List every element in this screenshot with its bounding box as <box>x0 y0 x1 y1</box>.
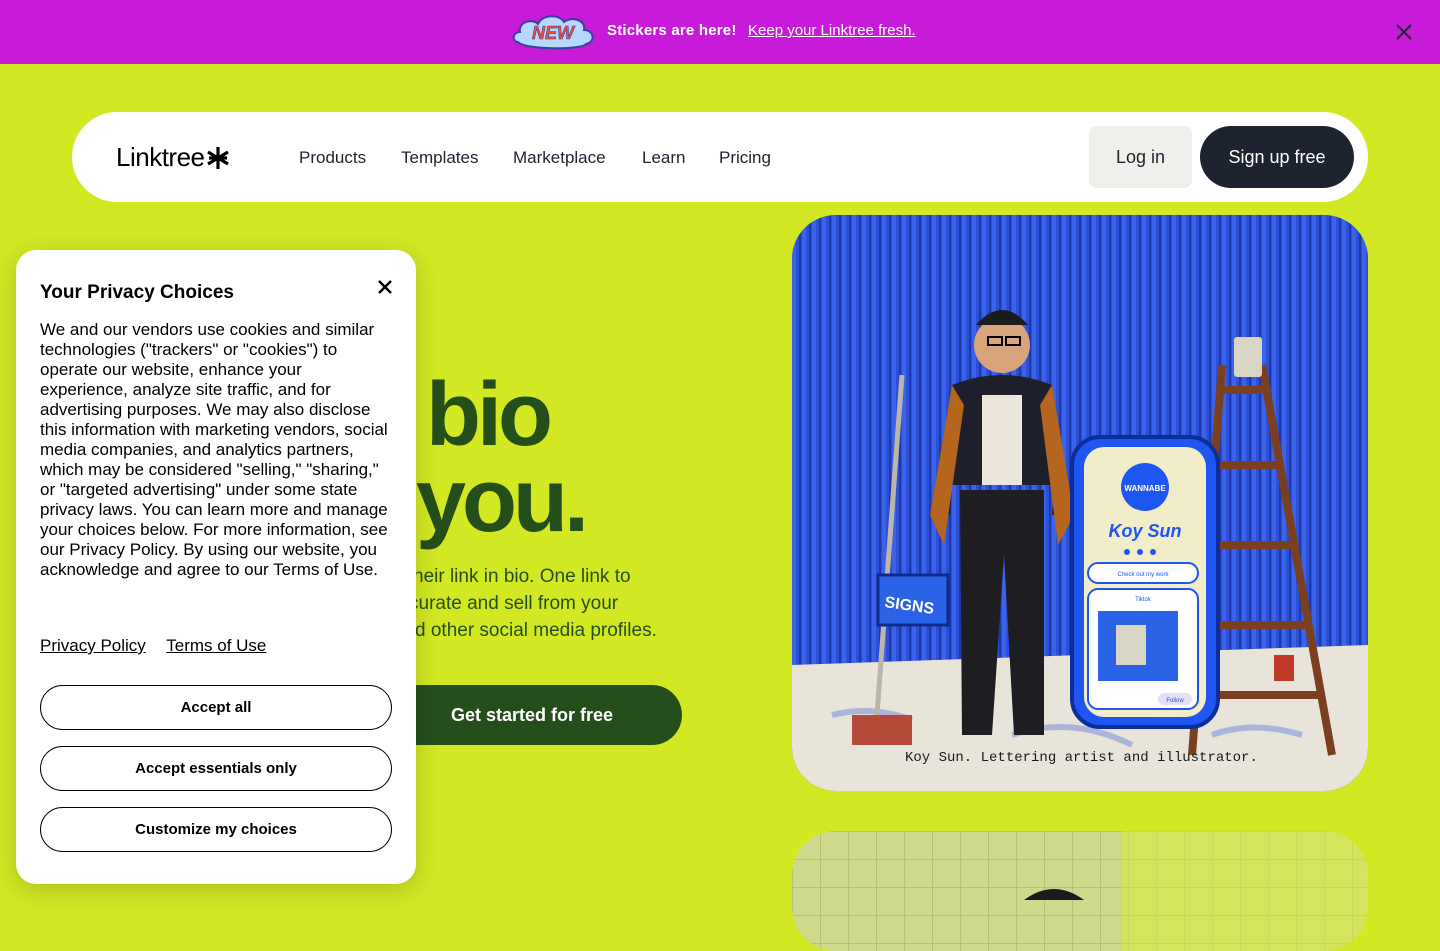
new-sticker-icon: NEW <box>512 15 594 50</box>
hero-illustration: SIGNS WANNABE Koy Sun Check out my work … <box>792 215 1368 791</box>
nav-link-templates[interactable]: Templates <box>401 148 478 168</box>
terms-of-use-link[interactable]: Terms of Use <box>166 636 266 655</box>
nav-link-products[interactable]: Products <box>299 148 366 168</box>
close-icon[interactable] <box>376 278 394 296</box>
svg-text:Check out my work: Check out my work <box>1117 572 1169 578</box>
hero-heading-line1: bio <box>426 365 553 465</box>
hero-heading-line2: you. <box>416 451 589 551</box>
accept-essentials-button[interactable]: Accept essentials only <box>40 746 392 791</box>
svg-text:NEW: NEW <box>532 23 576 43</box>
logo-text: Linktree <box>116 142 205 172</box>
login-button[interactable]: Log in <box>1089 126 1192 188</box>
svg-text:WANNABE: WANNABE <box>1124 484 1166 493</box>
customize-choices-button[interactable]: Customize my choices <box>40 807 392 852</box>
linktree-logo[interactable]: Linktree <box>116 142 229 173</box>
privacy-modal: Your Privacy Choices We and our vendors … <box>16 250 416 884</box>
accept-all-button[interactable]: Accept all <box>40 685 392 730</box>
nav-link-pricing[interactable]: Pricing <box>719 148 771 168</box>
cta-label: Get started for free <box>450 704 614 725</box>
hero-photo: SIGNS WANNABE Koy Sun Check out my work … <box>792 215 1368 791</box>
hero-description-line: curate and sell from your <box>409 593 619 614</box>
main-nav: Linktree Products Templates Marketplace … <box>72 112 1368 202</box>
privacy-body: We and our vendors use cookies and simil… <box>40 320 388 579</box>
signup-button[interactable]: Sign up free <box>1200 126 1354 188</box>
svg-text:Tiktok: Tiktok <box>1135 597 1152 603</box>
hero-description-line: heir link in bio. One link to <box>413 566 631 587</box>
hero-description: heir link in bio. One link to curate and… <box>400 563 700 644</box>
privacy-policy-link[interactable]: Privacy Policy <box>40 636 146 655</box>
get-started-button[interactable]: Get started for free <box>382 685 682 745</box>
secondary-photo <box>792 831 1368 951</box>
hero-description-line: d other social media profiles. <box>415 620 657 641</box>
privacy-links: Privacy Policy Terms of Use <box>40 636 282 656</box>
close-icon[interactable] <box>1394 22 1414 42</box>
svg-text:Koy Sun: Koy Sun <box>1108 521 1181 541</box>
asterisk-logo-icon <box>206 146 229 169</box>
banner-message: Stickers are here! <box>607 22 737 39</box>
secondary-photo-illustration <box>792 831 1368 951</box>
privacy-title: Your Privacy Choices <box>40 282 234 303</box>
banner-link[interactable]: Keep your Linktree fresh. <box>748 22 916 39</box>
photo-caption: Koy Sun. Lettering artist and illustrato… <box>905 750 1258 766</box>
nav-link-marketplace[interactable]: Marketplace <box>513 148 606 168</box>
nav-link-learn[interactable]: Learn <box>642 148 685 168</box>
svg-text:Follow: Follow <box>1166 698 1184 704</box>
announcement-banner: NEW Stickers are here! Keep your Linktre… <box>0 0 1440 64</box>
